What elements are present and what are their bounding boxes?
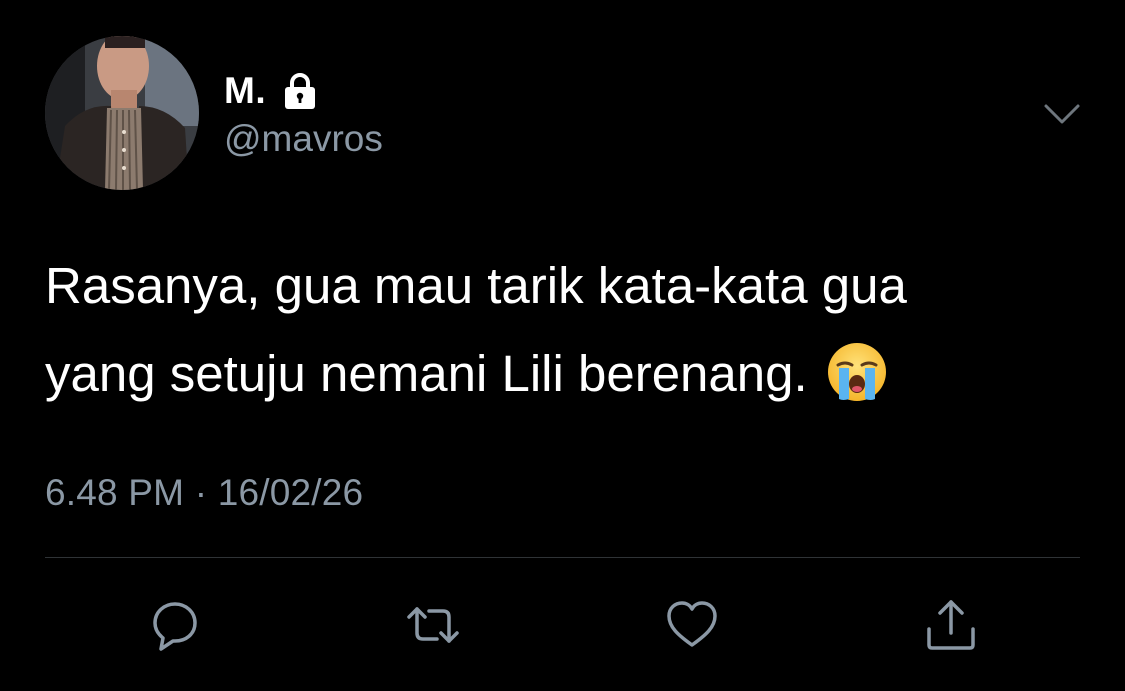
- retweet-icon[interactable]: [405, 597, 461, 653]
- reply-icon[interactable]: [147, 597, 203, 653]
- lock-icon: [280, 71, 320, 111]
- tweet-time: 6.48 PM: [45, 472, 185, 513]
- divider: [45, 557, 1080, 558]
- tweet-text-line-1: Rasanya, gua mau tarik kata-kata gua: [45, 257, 907, 314]
- name-row: M.: [224, 66, 320, 116]
- tweet-text-line-2-wrap: yang setuju nemani Lili berenang.: [45, 330, 1085, 418]
- tweet-date: 16/02/26: [217, 472, 364, 513]
- user-handle[interactable]: @mavros: [224, 118, 383, 160]
- tweet-detail: M. @mavros Rasanya, gua mau tarik kata-k…: [0, 0, 1125, 691]
- chevron-down-icon[interactable]: [1042, 100, 1082, 130]
- loudly-crying-face-icon: [826, 341, 888, 403]
- display-name[interactable]: M.: [224, 70, 266, 112]
- action-bar: [0, 597, 1125, 653]
- tweet-text-line-2: yang setuju nemani Lili berenang.: [45, 345, 808, 402]
- tweet-timestamp[interactable]: 6.48 PM · 16/02/26: [45, 472, 363, 514]
- avatar-image: [45, 36, 199, 190]
- tweet-text: Rasanya, gua mau tarik kata-kata gua yan…: [45, 242, 1085, 418]
- meta-separator: ·: [194, 472, 208, 513]
- heart-icon[interactable]: [664, 597, 720, 653]
- share-icon[interactable]: [923, 597, 979, 653]
- avatar[interactable]: [45, 36, 199, 190]
